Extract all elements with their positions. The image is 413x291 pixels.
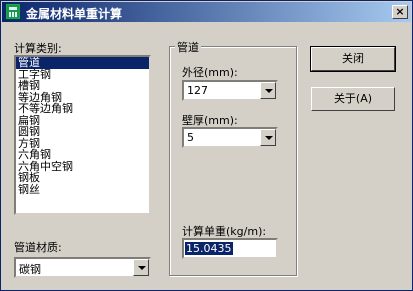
material-value: 碳钢 xyxy=(19,263,41,276)
title-bar[interactable]: 金属材料单重计算 × xyxy=(2,2,411,22)
outer-diameter-value: 127 xyxy=(187,84,208,97)
close-button[interactable]: 关闭 xyxy=(310,46,396,72)
unit-weight-value: 15.0435 xyxy=(185,242,233,255)
pipe-group-label: 管道 xyxy=(175,39,201,55)
material-select[interactable]: 碳钢 xyxy=(14,257,151,278)
list-item[interactable]: 圆钢 xyxy=(16,126,149,138)
list-item[interactable]: 钢丝 xyxy=(16,183,149,196)
unit-weight-label: 计算单重(kg/m): xyxy=(182,225,267,238)
close-window-button[interactable]: × xyxy=(392,5,408,19)
thickness-value: 5 xyxy=(187,131,194,144)
window-title: 金属材料单重计算 xyxy=(26,7,123,21)
dropdown-arrow-icon[interactable] xyxy=(133,259,149,276)
outer-diameter-label: 外径(mm): xyxy=(182,66,238,79)
calculator-icon xyxy=(6,4,20,19)
thickness-label: 壁厚(mm): xyxy=(182,114,238,127)
unit-weight-field[interactable]: 15.0435 xyxy=(182,238,278,259)
material-label: 管道材质: xyxy=(14,241,62,254)
category-label: 计算类别: xyxy=(14,42,62,55)
list-item[interactable]: 管道 xyxy=(16,57,149,69)
list-item[interactable]: 钢板 xyxy=(16,172,149,184)
main-window: 金属材料单重计算 × 计算类别: 管道 工字钢 槽钢 等边角钢 不等边角钢 扁钢… xyxy=(0,0,413,291)
dropdown-arrow-icon[interactable] xyxy=(260,82,276,99)
about-button[interactable]: 关于(A) xyxy=(311,87,395,111)
outer-diameter-select[interactable]: 127 xyxy=(182,80,278,101)
category-list[interactable]: 管道 工字钢 槽钢 等边角钢 不等边角钢 扁钢 圆钢 方钢 六角钢 六角中空钢 … xyxy=(14,55,151,215)
list-item[interactable]: 六角钢 xyxy=(16,149,149,161)
dropdown-arrow-icon[interactable] xyxy=(260,129,276,146)
thickness-select[interactable]: 5 xyxy=(182,127,278,148)
list-item[interactable]: 槽钢 xyxy=(16,80,149,92)
list-item[interactable]: 不等边角钢 xyxy=(16,103,149,115)
